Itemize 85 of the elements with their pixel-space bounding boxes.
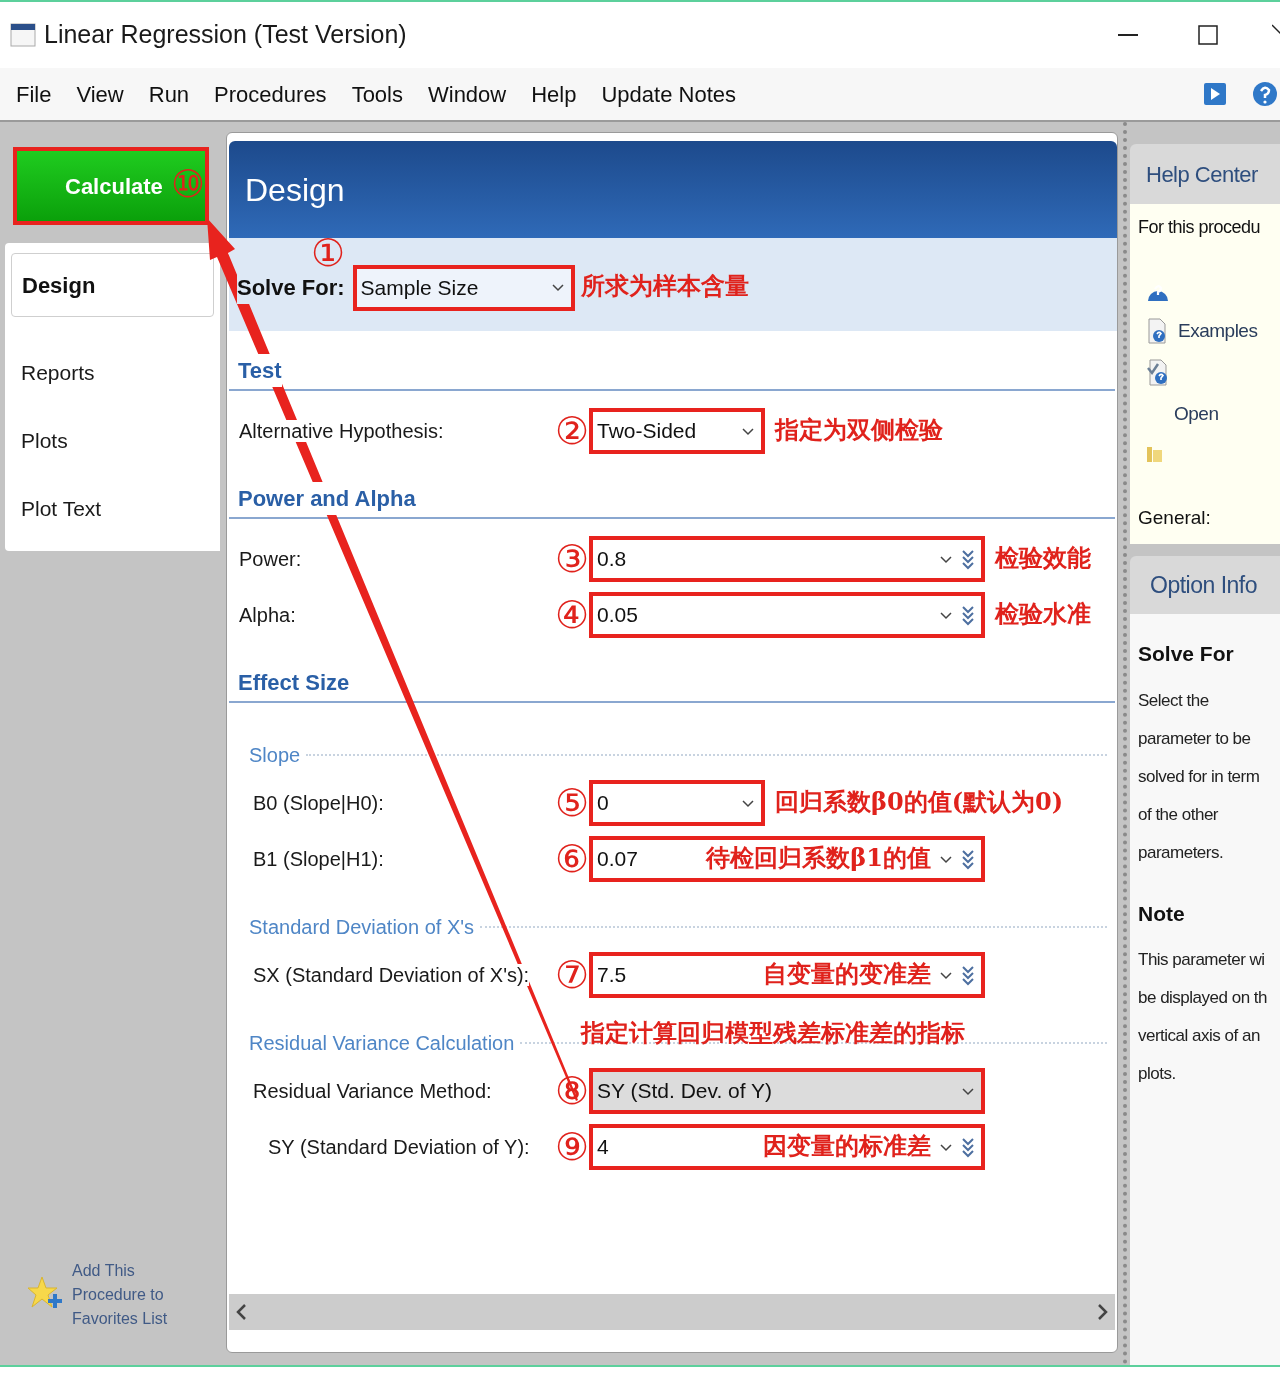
double-chevron-icon[interactable] [961, 548, 975, 570]
chevron-down-icon [550, 283, 565, 292]
dropdown-field[interactable]: 0 [589, 780, 765, 826]
annotation-note: 待检回归系数β1的值 [706, 843, 931, 873]
chevron-down-icon [961, 1086, 975, 1096]
favorites-link[interactable]: Add This Procedure to Favorites List [72, 1259, 192, 1331]
option-heading: Solve For [1138, 641, 1235, 667]
play-icon[interactable] [1203, 82, 1227, 106]
menu-item[interactable]: File [16, 77, 52, 111]
field-label: Alpha: [239, 604, 296, 626]
subsection-heading: Slope [249, 743, 301, 768]
chevron-down-icon [939, 1142, 953, 1152]
double-chevron-icon[interactable] [961, 604, 975, 626]
chevron-down-icon [741, 426, 755, 436]
section-heading: Test [238, 354, 282, 387]
annotation-number: ⑨ [554, 1128, 589, 1166]
field-label: SY (Standard Deviation of Y): [268, 1136, 530, 1158]
help-link[interactable]: Examples [1178, 317, 1258, 346]
minimize-icon[interactable] [1118, 33, 1138, 37]
annotation-note: 检验水准 [995, 598, 1091, 628]
annotation-number: ③ [554, 540, 589, 578]
subsection-heading: Standard Deviation of X's [249, 915, 475, 940]
sidebar-tab[interactable]: Reports [5, 339, 220, 407]
chevron-down-icon [939, 854, 953, 864]
annotation-note: 检验效能 [995, 542, 1091, 572]
annotation-note: 所求为样本含量 [580, 271, 749, 300]
field-label: B1 (Slope|H1): [253, 848, 384, 870]
menu-item[interactable]: View [76, 77, 124, 111]
menu-item[interactable]: Tools [351, 77, 403, 111]
menu-item[interactable]: Update Notes [601, 77, 736, 111]
annotation-note: 因变量的标准差 [763, 1131, 931, 1161]
chevron-left-icon[interactable] [235, 1303, 247, 1321]
annotation-number: ④ [554, 596, 589, 634]
menu-item[interactable]: Window [428, 77, 507, 111]
field-label: Alternative Hypothesis: [239, 420, 444, 442]
help-text: General: [1138, 505, 1212, 530]
panel-title: Option Info [1150, 570, 1258, 600]
chevron-down-icon [939, 970, 953, 980]
chevron-down-icon [939, 554, 953, 564]
panel-title: Design [245, 170, 345, 210]
maximize-icon[interactable] [1198, 25, 1218, 45]
option-description: This parameter wi be displayed on th vertical axis of an plots. [1138, 949, 1268, 1085]
double-chevron-icon[interactable] [961, 1136, 975, 1158]
option-description: Select the parameter to be solved for in term of the other parameters. [1138, 689, 1261, 864]
help-icon[interactable] [1252, 81, 1278, 107]
menu-item[interactable]: Help [531, 77, 577, 111]
field-label: SX (Standard Deviation of X's): [253, 964, 530, 986]
number-field[interactable]: 4 因变量的标准差 [589, 1124, 985, 1170]
help-text: For this procedu [1138, 216, 1262, 239]
annotation-number: ⑦ [554, 956, 589, 994]
chevron-down-icon [939, 610, 953, 620]
dropdown-field[interactable]: SY (Std. Dev. of Y) [589, 1068, 985, 1114]
dropdown-field[interactable]: Two-Sided [589, 408, 765, 454]
double-chevron-icon[interactable] [961, 964, 975, 986]
number-field[interactable]: 0.8 [589, 536, 985, 582]
option-heading: Note [1138, 900, 1186, 927]
field-label: B0 (Slope|H0): [253, 792, 384, 814]
double-chevron-icon[interactable] [961, 848, 975, 870]
annotation-number: ⑤ [554, 784, 589, 822]
annotation-number: ① [311, 234, 346, 272]
annotation-note: 指定为双侧检验 [775, 414, 943, 444]
sidebar-tab[interactable]: Design [11, 253, 214, 317]
annotation-number: ⑩ [170, 165, 205, 203]
panel-title: Help Center [1146, 160, 1258, 189]
menu-item[interactable]: Run [148, 77, 190, 111]
annotation-note: 指定计算回归模型残差标准差的指标 [581, 1018, 965, 1047]
chevron-right-icon[interactable] [1097, 1303, 1109, 1321]
subsection-heading: Residual Variance Calculation [249, 1031, 515, 1056]
help-link[interactable]: Open [1146, 399, 1219, 428]
sidebar-tab[interactable]: Plots [5, 407, 220, 475]
horizontal-scrollbar[interactable] [229, 1294, 1115, 1330]
number-field[interactable]: 7.5 自变量的变准差 [589, 952, 985, 998]
number-field[interactable]: 0.07 待检回归系数β1的值 [589, 836, 985, 882]
annotation-number: ② [554, 412, 589, 450]
dropdown-field[interactable]: Sample Size [352, 264, 575, 311]
chevron-down-icon [741, 798, 755, 808]
window-title: Linear Regression (Test Version) [44, 19, 407, 51]
number-field[interactable]: 0.05 [589, 592, 985, 638]
annotation-note: 自变量的变准差 [763, 959, 931, 989]
annotation-note: 回归系数β0的值(默认为0) [775, 786, 1064, 816]
section-heading: Power and Alpha [238, 482, 416, 515]
menu-item[interactable]: Procedures [214, 77, 327, 111]
window-icon [10, 23, 36, 47]
annotation-number: ⑥ [554, 840, 589, 878]
sidebar-tab[interactable]: Plot Text [5, 475, 220, 543]
